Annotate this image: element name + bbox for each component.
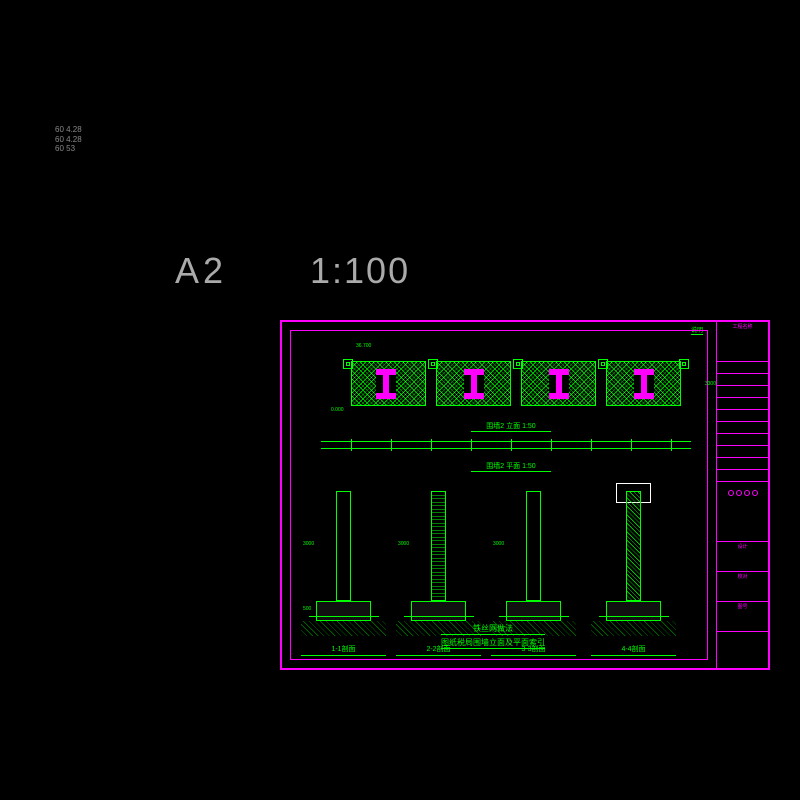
dim: 3000 [303,541,314,547]
stamp-circle [736,490,742,496]
section-4-title: 4-4剖面 [591,644,676,656]
tb-dwg: 图号 [717,602,768,611]
dim: 3000 [398,541,409,547]
pier [679,359,689,369]
ground-hatch [591,621,676,636]
plan-tick [551,439,552,451]
pier [598,359,608,369]
plan-tick [391,439,392,451]
ground-hatch [301,621,386,636]
plan-tick [631,439,632,451]
stamp-circle [752,490,758,496]
stamp-circle [744,490,750,496]
column [526,491,541,601]
plan-title: 围墙2 平面 1:50 [471,461,551,472]
drawing-border: 说明 36.700 3300 0.000 围墙2 立面 1:50 [280,320,770,670]
stamp-circle [728,490,734,496]
plan-view: 围墙2 平面 1:50 [321,431,691,466]
tb-project: 工程名称 [717,322,768,331]
sheet-size-label: A2 [175,250,227,292]
meta-info: 60 4.28 60 4.28 60 53 [55,125,82,154]
pier [428,359,438,369]
column [336,491,351,601]
column [431,491,446,601]
elevation-dim: 36.700 [356,343,371,349]
base-dim: 0.000 [331,407,344,413]
section-1-title: 1-1剖面 [301,644,386,656]
height-dim: 3300 [705,381,716,387]
dim: 3000 [493,541,504,547]
i-beam-icon [464,369,484,399]
pier [343,359,353,369]
drawing-main-title: 铁丝网做法 图纸税局围墙立面及平面索引 [441,623,545,649]
dim: 500 [303,606,311,612]
plan-tick [511,439,512,451]
pier [513,359,523,369]
i-beam-icon [634,369,654,399]
tb-design: 设计 [717,542,768,551]
title-block: 工程名称 设计 校对 图号 [716,322,768,668]
scale-label: 1:100 [310,250,410,292]
plan-wall-line [321,441,691,449]
elevation-view: 36.700 3300 0.000 围墙2 立面 1:50 [321,351,691,421]
section-1: 3000 500 1-1剖面 [301,481,386,656]
plan-tick [471,439,472,451]
section-4: 4-4剖面 [591,481,676,656]
i-beam-icon [549,369,569,399]
column [626,491,641,601]
plan-tick [431,439,432,451]
plan-tick [671,439,672,451]
plan-tick [351,439,352,451]
plan-tick [591,439,592,451]
i-beam-icon [376,369,396,399]
drawing-area: 36.700 3300 0.000 围墙2 立面 1:50 围墙2 平面 1:5… [290,330,708,660]
tb-check: 校对 [717,572,768,581]
